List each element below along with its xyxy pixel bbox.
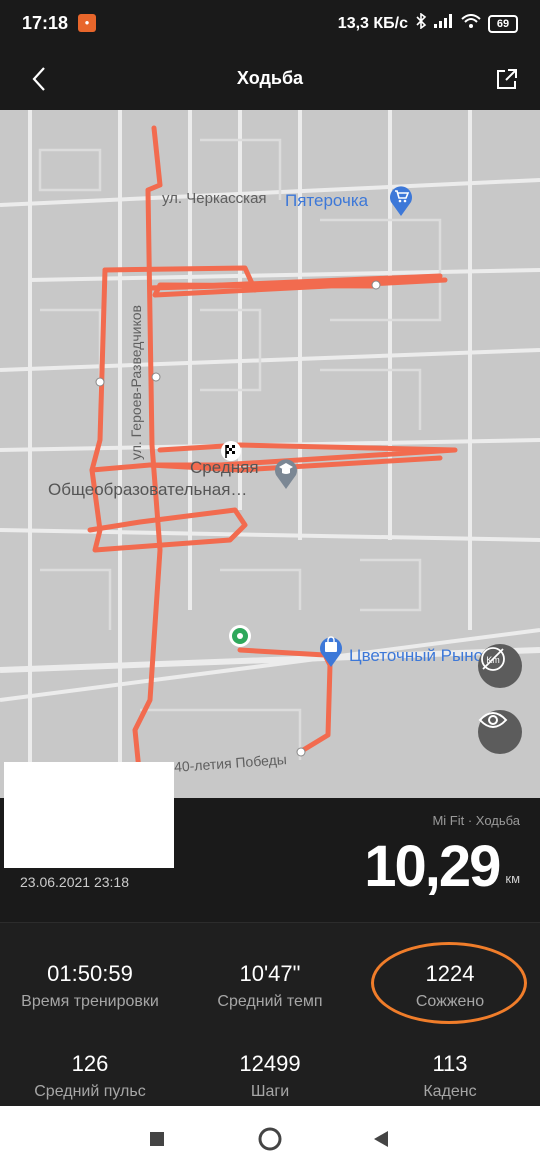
app-header: Ходьба — [0, 48, 540, 110]
poi-label-school-line2[interactable]: Общеобразовательная… — [48, 480, 247, 500]
status-indicators: 13,3 КБ/с 69 — [337, 12, 518, 34]
bluetooth-icon — [415, 12, 427, 34]
stat-value: 126 — [71, 1051, 109, 1076]
visibility-icon — [478, 712, 508, 728]
stat-label: Средний темп — [217, 993, 323, 1010]
share-button[interactable] — [492, 64, 522, 94]
home-circle-icon — [258, 1127, 282, 1151]
visibility-button[interactable] — [478, 710, 522, 754]
stat-value: 01:50:59 — [47, 961, 133, 986]
street-label-cherkasskaya: ул. Черкасская — [162, 190, 267, 207]
stat-label: Каденс — [423, 1083, 477, 1100]
app-notification-icon: ● — [78, 14, 96, 32]
units-toggle-button[interactable]: Km — [478, 644, 522, 688]
status-time: 17:18 — [22, 13, 69, 33]
stat-value: 12499 — [239, 1051, 301, 1076]
home-button[interactable] — [255, 1124, 285, 1154]
signal-icon — [434, 14, 454, 33]
workout-source: Mi Fit · Ходьба — [432, 813, 520, 828]
street-grid — [0, 110, 540, 798]
street-label-geroev: ул. Героев-Разведчиков — [128, 305, 144, 460]
map-canvas — [0, 110, 540, 798]
stat-pace: 10'47" Средний темп — [180, 961, 360, 1011]
stat-heart-rate: 126 Средний пульс — [0, 1051, 180, 1101]
status-bar: 17:18 ● 13,3 КБ/с 69 — [0, 0, 540, 48]
poi-label-flower-market[interactable]: Цветочный Рынок — [349, 646, 491, 666]
recents-square-icon — [150, 1132, 164, 1146]
network-speed: 13,3 КБ/с — [337, 14, 408, 32]
system-nav-bar — [0, 1106, 540, 1170]
stat-steps: 12499 Шаги — [180, 1051, 360, 1101]
poi-label-pyaterochka[interactable]: Пятерочка — [285, 191, 368, 211]
distance-value: 10,29 — [364, 834, 501, 899]
distance-unit: км — [505, 871, 520, 886]
stat-label: Средний пульс — [34, 1083, 146, 1100]
units-toggle-icon: Km — [481, 647, 505, 671]
workout-date: 23.06.2021 23:18 — [20, 874, 129, 890]
stat-value: 113 — [432, 1051, 468, 1076]
distance-block: 10,29 км — [364, 836, 520, 898]
wifi-icon — [461, 14, 481, 33]
poi-label-school-line1[interactable]: Средняя — [190, 458, 259, 478]
stat-cadence: 113 Каденс — [360, 1051, 540, 1101]
redacted-area — [4, 762, 174, 868]
stat-label: Шаги — [250, 1083, 290, 1100]
stat-label: Время тренировки — [21, 993, 159, 1010]
page-title: Ходьба — [236, 68, 304, 88]
stat-duration: 01:50:59 Время тренировки — [0, 961, 180, 1011]
stat-value: 10'47" — [239, 961, 301, 986]
back-triangle-icon — [374, 1131, 388, 1147]
calories-highlight-circle — [371, 942, 527, 1024]
route-map[interactable]: ул. Черкасская Пятерочка ул. Героев-Разв… — [0, 110, 540, 798]
battery-indicator: 69 — [488, 14, 518, 33]
share-icon — [497, 69, 517, 89]
nav-back-button[interactable] — [366, 1124, 396, 1154]
recents-button[interactable] — [142, 1124, 172, 1154]
